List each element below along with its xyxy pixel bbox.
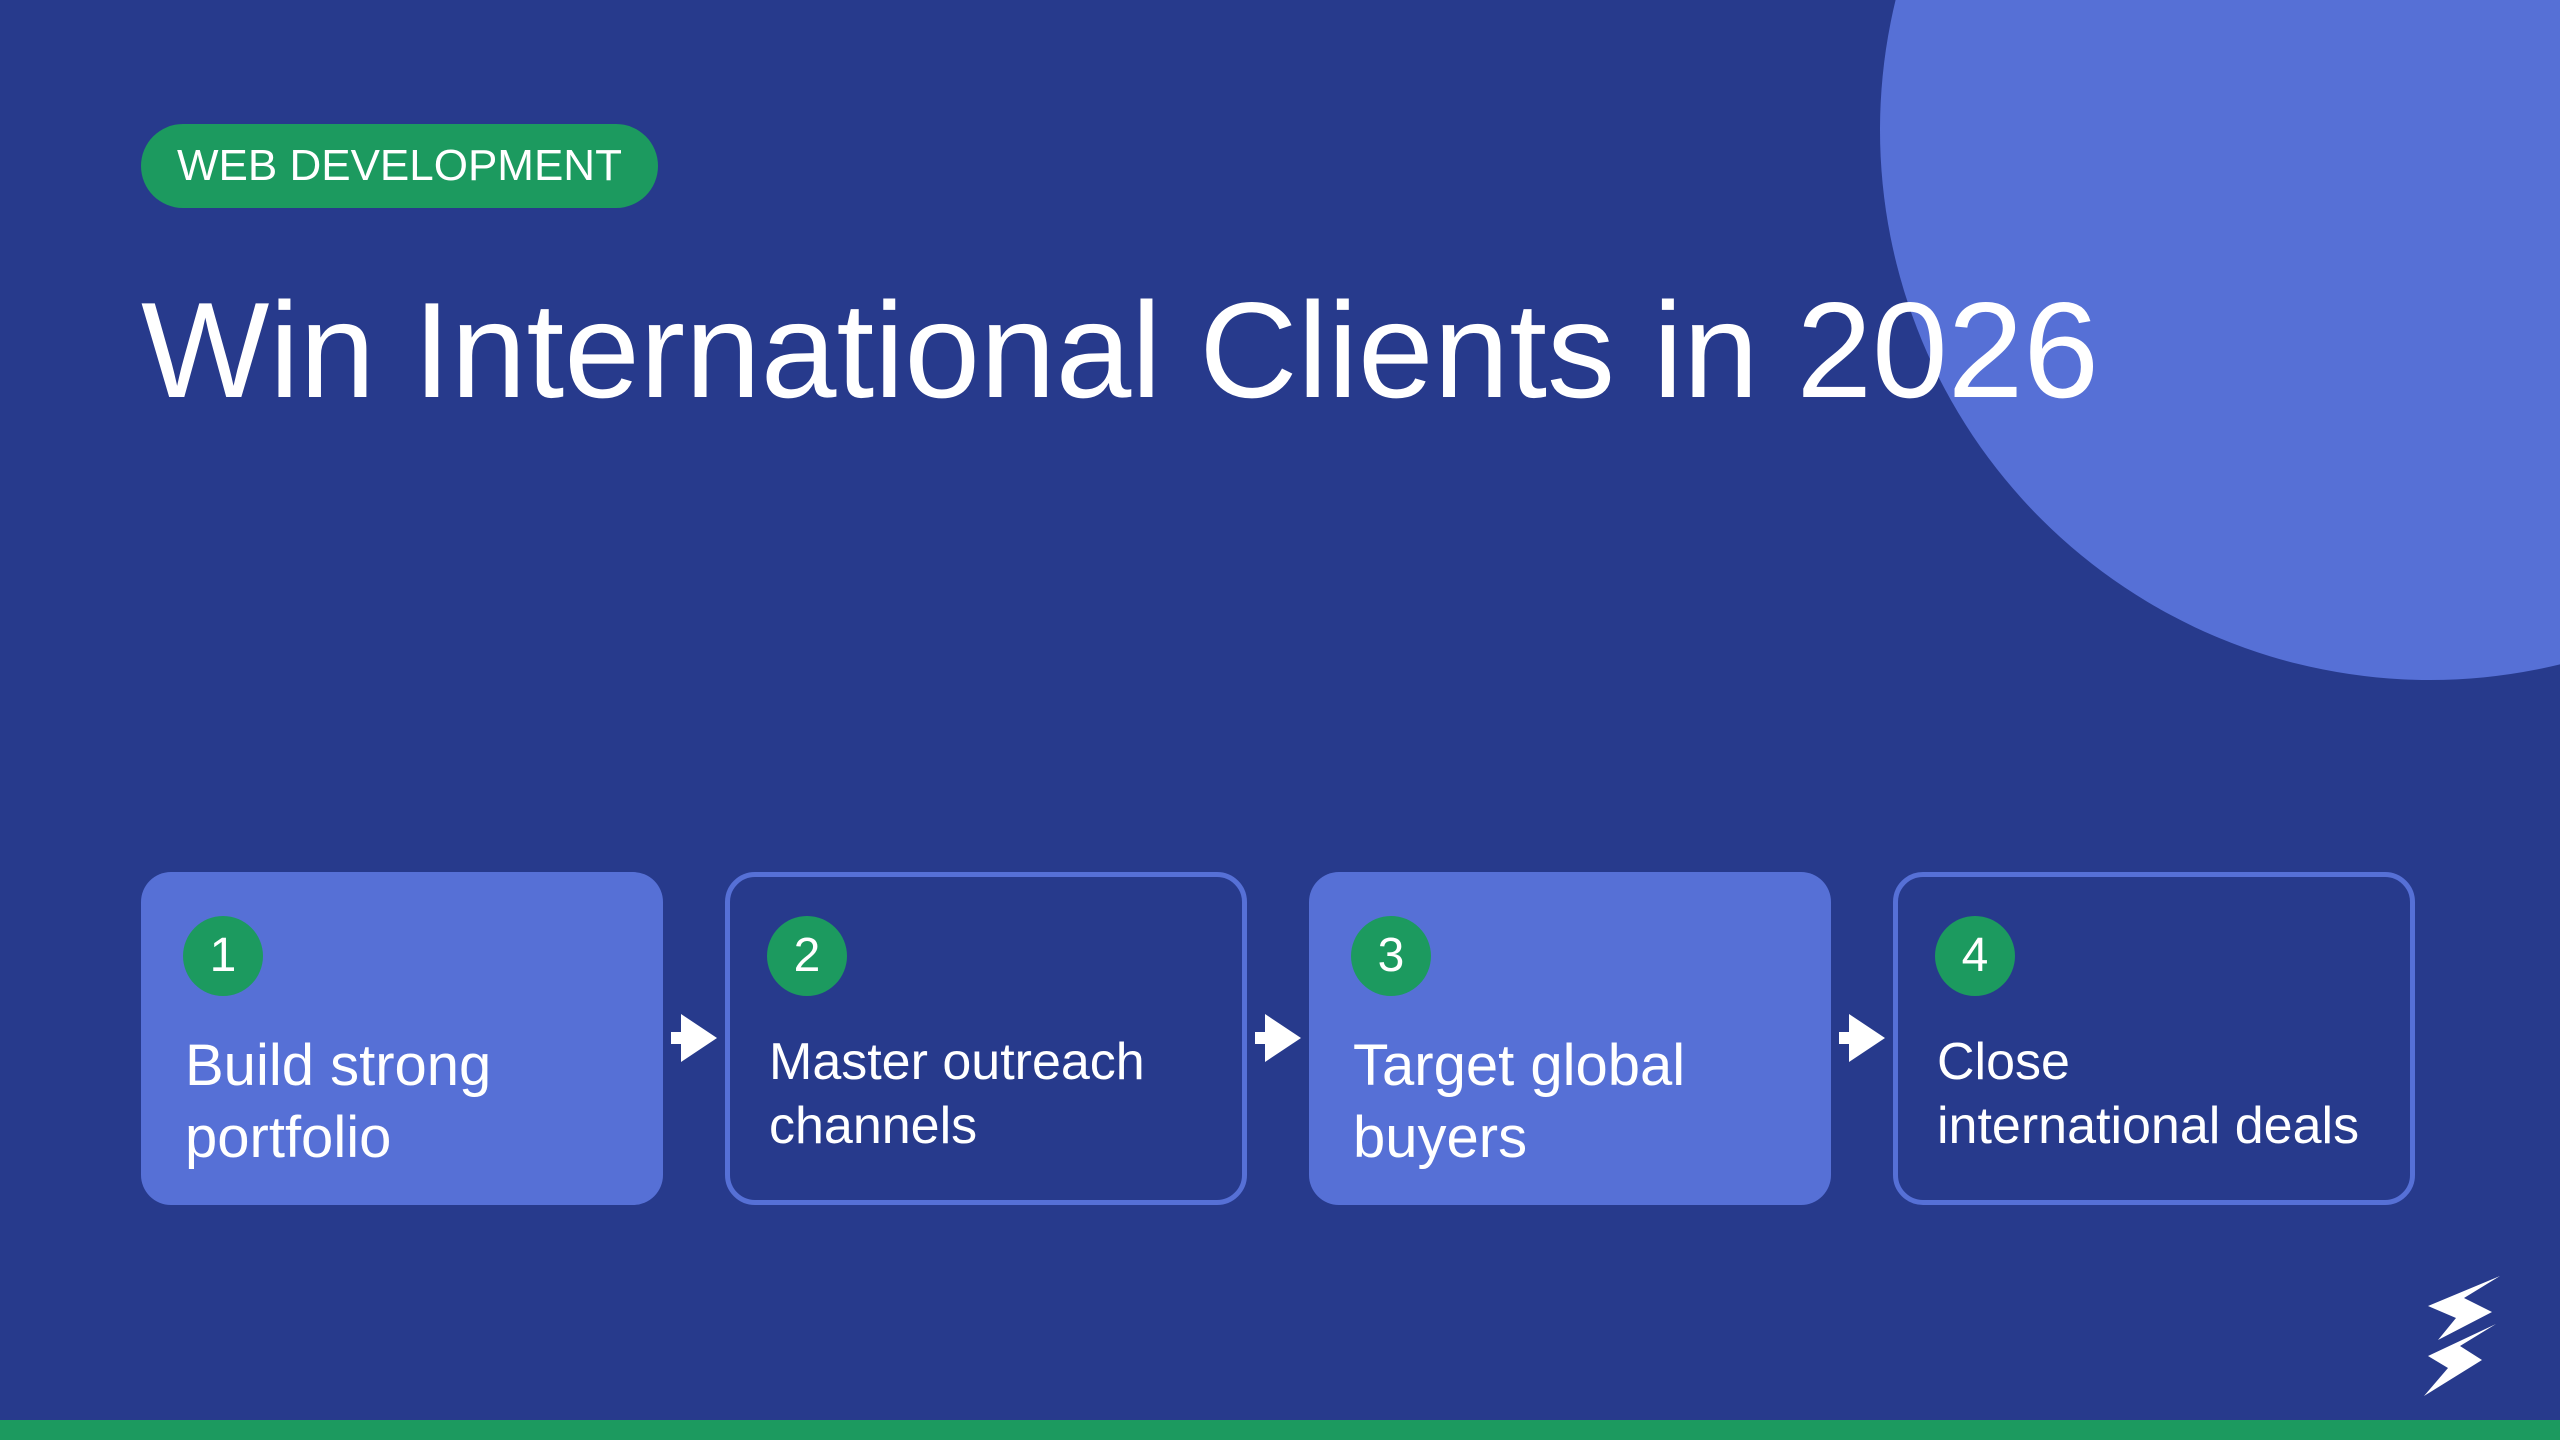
step-number-badge: 1 <box>183 916 263 996</box>
lightning-logo-icon <box>2424 1276 2500 1396</box>
arrow-right-icon <box>1255 1014 1301 1062</box>
step-card-4: 4 Close international deals <box>1893 872 2415 1205</box>
step-card-3: 3 Target global buyers <box>1309 872 1831 1205</box>
step-label: Build strong portfolio <box>185 1033 492 1170</box>
step-number-badge: 2 <box>767 916 847 996</box>
slide-title: Win International Clients in 2026 <box>141 274 2099 426</box>
process-steps: 1 Build strong portfolio 2 Master outrea… <box>141 872 2415 1205</box>
step-number-badge: 3 <box>1351 916 1431 996</box>
step-label: Target global buyers <box>1353 1033 1686 1170</box>
step-card-1: 1 Build strong portfolio <box>141 872 663 1205</box>
arrow-right-icon <box>1839 1014 1885 1062</box>
bottom-accent-bar <box>0 1420 2560 1440</box>
step-card-2: 2 Master outreach channels <box>725 872 1247 1205</box>
step-label: Master outreach channels <box>769 1033 1145 1155</box>
slide: WEB DEVELOPMENT Win International Client… <box>0 0 2560 1440</box>
category-tag: WEB DEVELOPMENT <box>141 124 658 208</box>
step-number-badge: 4 <box>1935 916 2015 996</box>
step-label: Close international deals <box>1937 1033 2360 1155</box>
arrow-right-icon <box>671 1014 717 1062</box>
